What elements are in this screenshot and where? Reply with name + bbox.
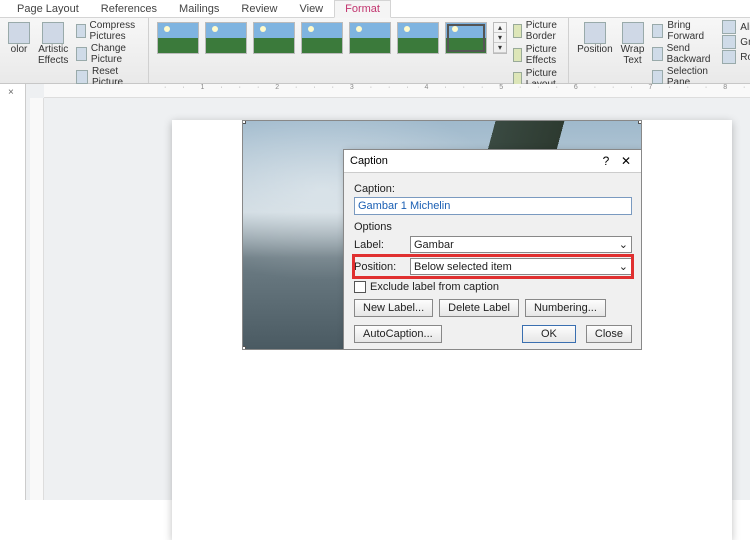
border-icon [513, 24, 522, 38]
delete-label-button[interactable]: Delete Label [439, 299, 519, 317]
position-field-label: Position: [354, 261, 410, 273]
artistic-effects-icon [42, 22, 64, 44]
bring-forward-button[interactable]: Bring Forward [650, 20, 716, 42]
wrap-text-icon [622, 22, 644, 44]
resize-handle[interactable] [638, 120, 642, 124]
bring-forward-icon [652, 24, 663, 38]
align-icon [722, 20, 736, 34]
options-label: Options [354, 221, 632, 233]
tab-view[interactable]: View [288, 0, 334, 17]
group-button[interactable]: Group [720, 35, 750, 49]
ok-button[interactable]: OK [522, 325, 576, 343]
checkbox-icon [354, 281, 366, 293]
position-row-highlight: Position: Below selected item ⌄ [354, 256, 632, 277]
label-field-label: Label: [354, 239, 410, 251]
picture-border-button[interactable]: Picture Border [513, 20, 562, 42]
color-icon [8, 22, 30, 44]
inserted-image[interactable]: Caption ? ✕ Caption: Gambar 1 Michelin O… [242, 120, 642, 350]
wrap-text-button[interactable]: Wrap Text [619, 20, 647, 66]
tab-format[interactable]: Format [334, 0, 391, 18]
style-thumb[interactable] [301, 22, 343, 54]
selection-pane-icon [652, 70, 662, 84]
close-icon[interactable]: ✕ [616, 154, 636, 168]
style-thumb-selected[interactable] [445, 22, 487, 54]
style-thumb[interactable] [397, 22, 439, 54]
caption-field-label: Caption: [354, 183, 632, 195]
effects-icon [513, 48, 522, 62]
change-picture-button[interactable]: Change Picture [74, 43, 142, 65]
ruler-horizontal: · · 1 · · · 2 · · · 3 · · · 4 · · · 5 · … [44, 84, 750, 98]
ribbon: olor Artistic Effects Compress Pictures … [0, 18, 750, 84]
reset-picture-icon [76, 70, 88, 84]
ruler-vertical [30, 98, 44, 500]
artistic-effects-button[interactable]: Artistic Effects [36, 20, 70, 66]
caption-dialog: Caption ? ✕ Caption: Gambar 1 Michelin O… [343, 149, 642, 350]
rotate-icon [722, 50, 736, 64]
tab-mailings[interactable]: Mailings [168, 0, 230, 17]
label-select[interactable]: Gambar ⌄ [410, 236, 632, 253]
document-page[interactable]: Caption ? ✕ Caption: Gambar 1 Michelin O… [172, 120, 732, 540]
new-label-button[interactable]: New Label... [354, 299, 433, 317]
dialog-titlebar[interactable]: Caption ? ✕ [344, 150, 642, 173]
rotate-button[interactable]: Rotate [720, 50, 750, 64]
chevron-down-icon: ⌄ [619, 238, 628, 251]
navigation-pane: × [0, 84, 26, 500]
chevron-down-icon: ⌄ [619, 260, 628, 273]
style-thumb[interactable] [157, 22, 199, 54]
group-icon [722, 35, 736, 49]
change-picture-icon [76, 47, 87, 61]
picture-effects-button[interactable]: Picture Effects [513, 44, 562, 66]
resize-handle[interactable] [242, 346, 246, 350]
position-button[interactable]: Position [575, 20, 615, 55]
gallery-scroll[interactable]: ▴▾▾ [493, 22, 507, 54]
tab-review[interactable]: Review [230, 0, 288, 17]
exclude-label-checkbox[interactable]: Exclude label from caption [354, 281, 632, 293]
workspace: × · · 1 · · · 2 · · · 3 · · · 4 · · · 5 … [0, 84, 750, 500]
style-thumb[interactable] [349, 22, 391, 54]
style-thumb[interactable] [205, 22, 247, 54]
ribbon-tabs: Page Layout References Mailings Review V… [0, 0, 750, 18]
close-button[interactable]: Close [586, 325, 632, 343]
position-icon [584, 22, 606, 44]
group-arrange: Position Wrap Text Bring Forward Send Ba… [569, 18, 750, 83]
align-button[interactable]: Align [720, 20, 750, 34]
caption-input[interactable]: Gambar 1 Michelin [354, 197, 632, 215]
numbering-button[interactable]: Numbering... [525, 299, 606, 317]
tab-references[interactable]: References [90, 0, 168, 17]
group-picture-styles: ▴▾▾ Picture Border Picture Effects Pictu… [149, 18, 569, 83]
send-backward-icon [652, 47, 662, 61]
group-adjust: olor Artistic Effects Compress Pictures … [0, 18, 149, 83]
compress-icon [76, 24, 85, 38]
color-button[interactable]: olor [6, 20, 32, 55]
nav-close-icon[interactable]: × [0, 84, 25, 98]
position-select[interactable]: Below selected item ⌄ [410, 258, 632, 275]
dialog-title: Caption [350, 155, 596, 167]
picture-styles-gallery[interactable]: ▴▾▾ [155, 20, 509, 54]
autocaption-button[interactable]: AutoCaption... [354, 325, 442, 343]
send-backward-button[interactable]: Send Backward [650, 43, 716, 65]
tab-page-layout[interactable]: Page Layout [6, 0, 90, 17]
help-icon[interactable]: ? [596, 154, 616, 168]
resize-handle[interactable] [242, 120, 246, 124]
compress-pictures-button[interactable]: Compress Pictures [74, 20, 142, 42]
style-thumb[interactable] [253, 22, 295, 54]
